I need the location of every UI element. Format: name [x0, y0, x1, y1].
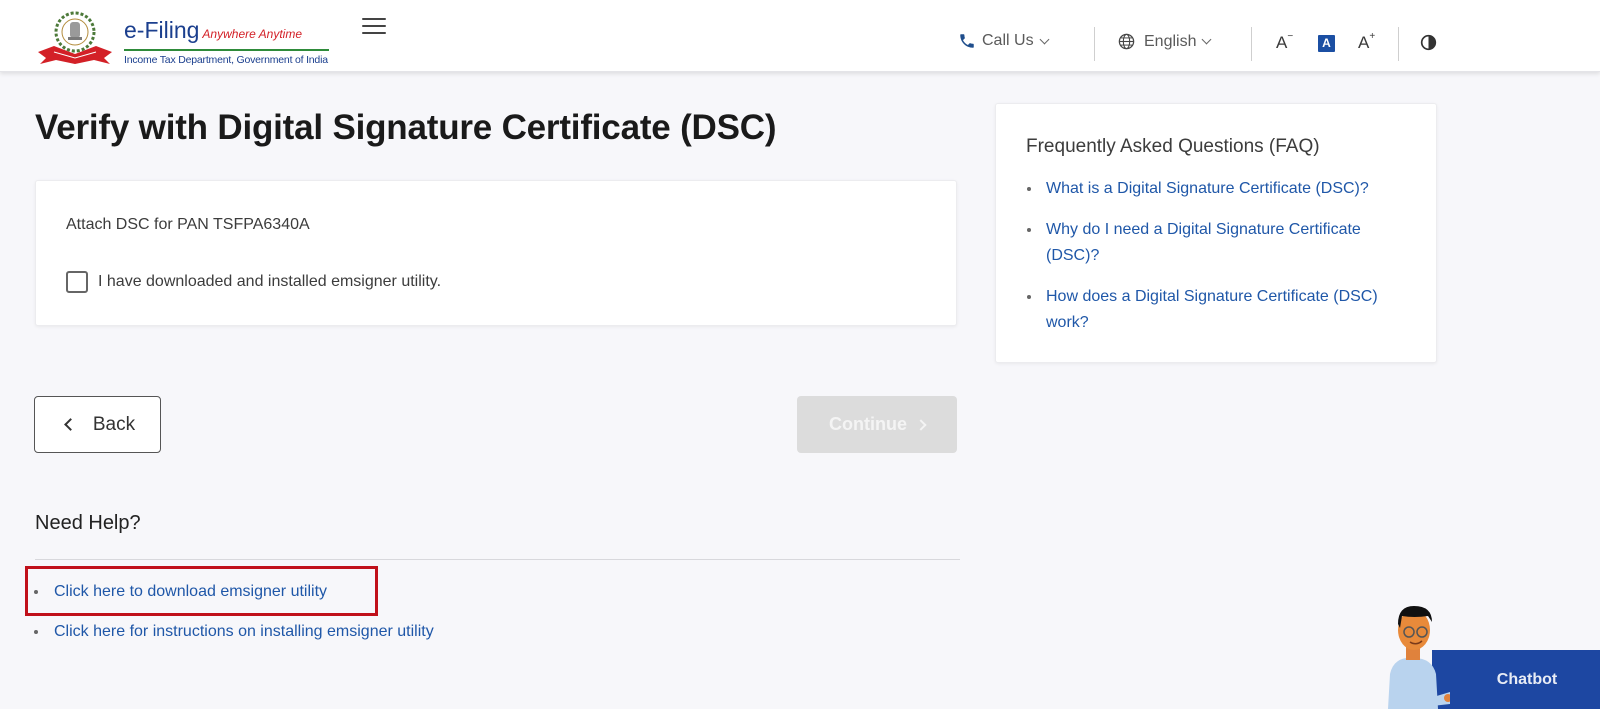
call-us-label: Call Us	[982, 32, 1034, 49]
faq-link-why-need-dsc[interactable]: Why do I need a Digital Signature Certif…	[1046, 221, 1361, 264]
font-default-label: A	[1322, 36, 1331, 50]
font-increase-button[interactable]: A+	[1358, 31, 1376, 53]
highlight-annotation-box	[25, 566, 378, 616]
font-default-button[interactable]: A	[1318, 35, 1335, 52]
emsigner-checkbox-label[interactable]: I have downloaded and installed emsigner…	[98, 273, 441, 291]
brand-tagline: Anywhere Anytime	[202, 27, 303, 41]
brand-subtitle: Income Tax Department, Government of Ind…	[124, 54, 328, 66]
chevron-down-icon	[1039, 34, 1050, 44]
font-increase-label: A	[1358, 33, 1370, 52]
attach-dsc-label: Attach DSC for PAN TSFPA6340A	[66, 216, 310, 233]
chatbot-button[interactable]: Chatbot	[1432, 650, 1600, 709]
brand-name: e-Filing	[124, 17, 200, 43]
help-list-item: Click here for instructions on installin…	[34, 620, 434, 660]
dsc-card: Attach DSC for PAN TSFPA6340A I have dow…	[35, 180, 957, 326]
top-header: e-Filing Anywhere Anytime Income Tax Depa…	[0, 0, 1600, 72]
faq-item: What is a Digital Signature Certificate …	[1026, 176, 1406, 202]
brand-divider	[124, 49, 329, 51]
chatbot-avatar-icon	[1388, 606, 1450, 709]
brand-title: e-Filing Anywhere Anytime	[124, 18, 329, 46]
faq-item: Why do I need a Digital Signature Certif…	[1026, 217, 1406, 269]
continue-button[interactable]: Continue	[797, 396, 957, 453]
chatbot-label: Chatbot	[1496, 670, 1558, 688]
font-decrease-button[interactable]: A−	[1276, 31, 1294, 53]
plus-icon: +	[1369, 31, 1376, 43]
chevron-down-icon	[1202, 34, 1212, 45]
back-button[interactable]: Back	[34, 396, 161, 453]
faq-link-how-dsc-works[interactable]: How does a Digital Signature Certificate…	[1046, 288, 1378, 331]
language-dropdown[interactable]: English	[1117, 32, 1212, 51]
help-divider	[35, 559, 960, 560]
phone-icon	[960, 34, 974, 48]
language-label: English	[1144, 32, 1197, 50]
faq-item: How does a Digital Signature Certificate…	[1026, 284, 1406, 336]
header-divider	[1094, 27, 1095, 61]
continue-label: Continue	[829, 414, 907, 434]
minus-icon: −	[1287, 31, 1294, 43]
back-label: Back	[92, 413, 136, 435]
faq-list: What is a Digital Signature Certificate …	[1026, 176, 1406, 351]
faq-title: Frequently Asked Questions (FAQ)	[1026, 136, 1320, 157]
emsigner-checkbox-row[interactable]: I have downloaded and installed emsigner…	[66, 271, 441, 293]
emsigner-instructions-link[interactable]: Click here for instructions on installin…	[54, 623, 434, 640]
faq-link-what-is-dsc[interactable]: What is a Digital Signature Certificate …	[1046, 180, 1369, 197]
contrast-icon[interactable]	[1420, 34, 1437, 51]
need-help-heading: Need Help?	[35, 512, 141, 534]
faq-panel: Frequently Asked Questions (FAQ) What is…	[995, 103, 1437, 363]
chevron-left-icon	[64, 418, 77, 431]
brand[interactable]: e-Filing Anywhere Anytime Income Tax Depa…	[124, 18, 329, 66]
chatbot-widget[interactable]: Chatbot	[1380, 594, 1600, 709]
call-us-dropdown[interactable]: Call Us	[958, 32, 1050, 50]
emblem-logo-icon[interactable]	[34, 8, 116, 66]
font-decrease-label: A	[1276, 33, 1288, 52]
page-title: Verify with Digital Signature Certificat…	[35, 108, 777, 147]
header-divider	[1398, 27, 1399, 61]
emsigner-installed-checkbox[interactable]	[66, 271, 88, 293]
header-divider	[1251, 27, 1252, 61]
chevron-right-icon	[915, 418, 927, 431]
globe-icon	[1118, 33, 1135, 50]
hamburger-icon[interactable]	[362, 18, 386, 38]
